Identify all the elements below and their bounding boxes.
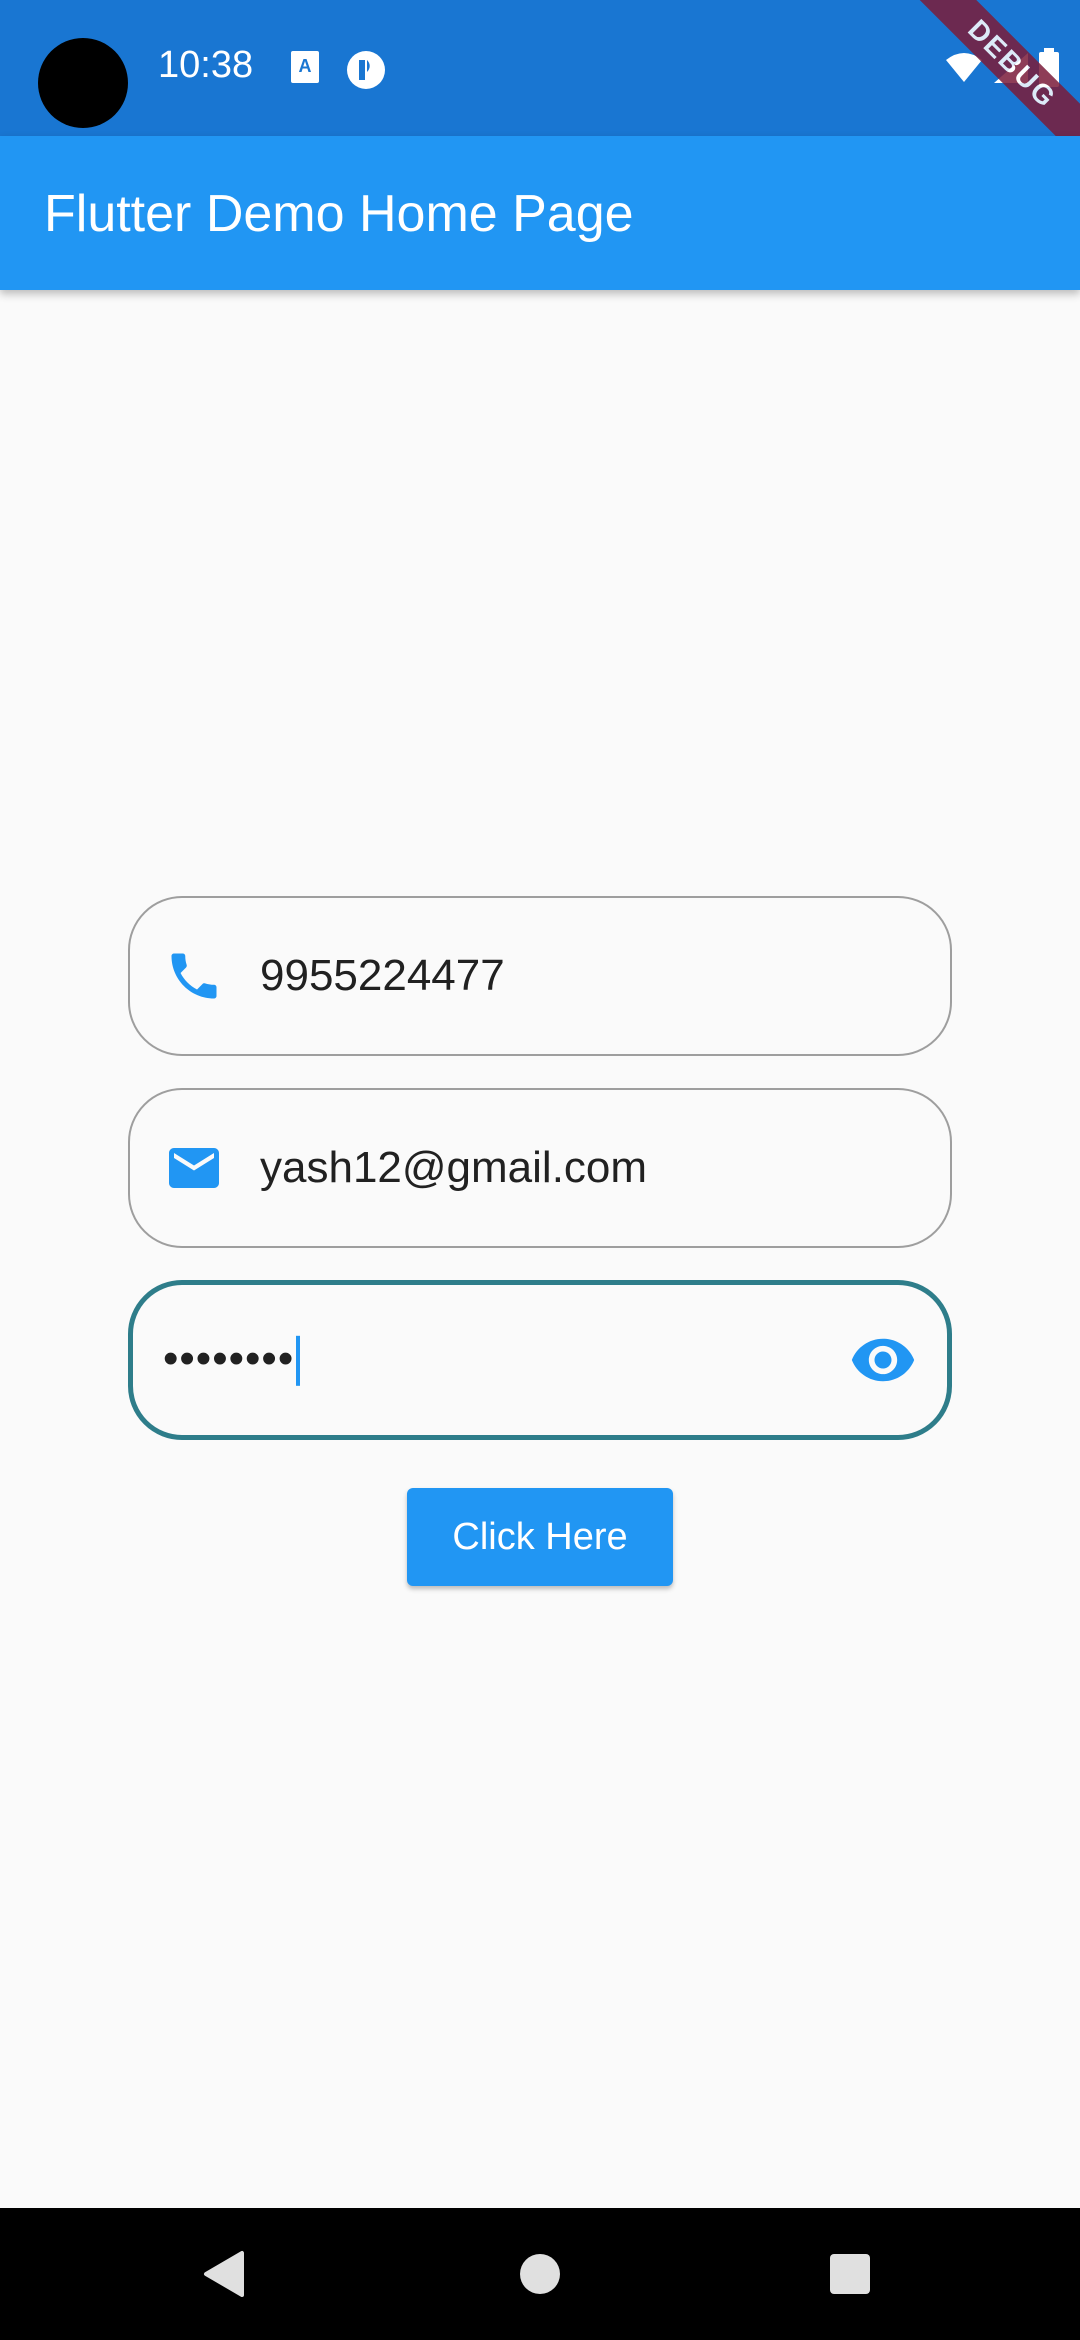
- svg-text:A: A: [299, 56, 312, 76]
- password-value: ••••••••: [163, 1333, 301, 1387]
- email-value: yash12@gmail.com: [260, 1143, 648, 1192]
- phone-field[interactable]: 9955224477: [128, 896, 952, 1056]
- home-icon[interactable]: [518, 2252, 562, 2296]
- password-field[interactable]: ••••••••: [128, 1280, 952, 1440]
- page-title: Flutter Demo Home Page: [44, 185, 634, 243]
- status-time: 10:38: [158, 44, 254, 86]
- phone-value: 9955224477: [260, 951, 505, 1000]
- password-dots: ••••••••: [163, 1333, 295, 1383]
- text-caret: [296, 1336, 301, 1387]
- eye-icon[interactable]: [849, 1326, 917, 1394]
- phone-icon: [171, 953, 217, 999]
- recents-icon[interactable]: [828, 2252, 872, 2296]
- camera-cutout: [38, 38, 128, 128]
- app-notification-icon: [347, 51, 385, 89]
- mail-icon: [169, 1148, 219, 1188]
- click-here-button[interactable]: Click Here: [407, 1488, 673, 1586]
- back-icon[interactable]: [200, 2249, 250, 2299]
- system-nav-bar: [0, 2208, 1080, 2340]
- email-field[interactable]: yash12@gmail.com: [128, 1088, 952, 1248]
- status-bar: 10:38 A DEBUG: [0, 0, 1080, 171]
- accessibility-notification-icon: A: [291, 51, 319, 83]
- app-bar: Flutter Demo Home Page: [0, 136, 1080, 290]
